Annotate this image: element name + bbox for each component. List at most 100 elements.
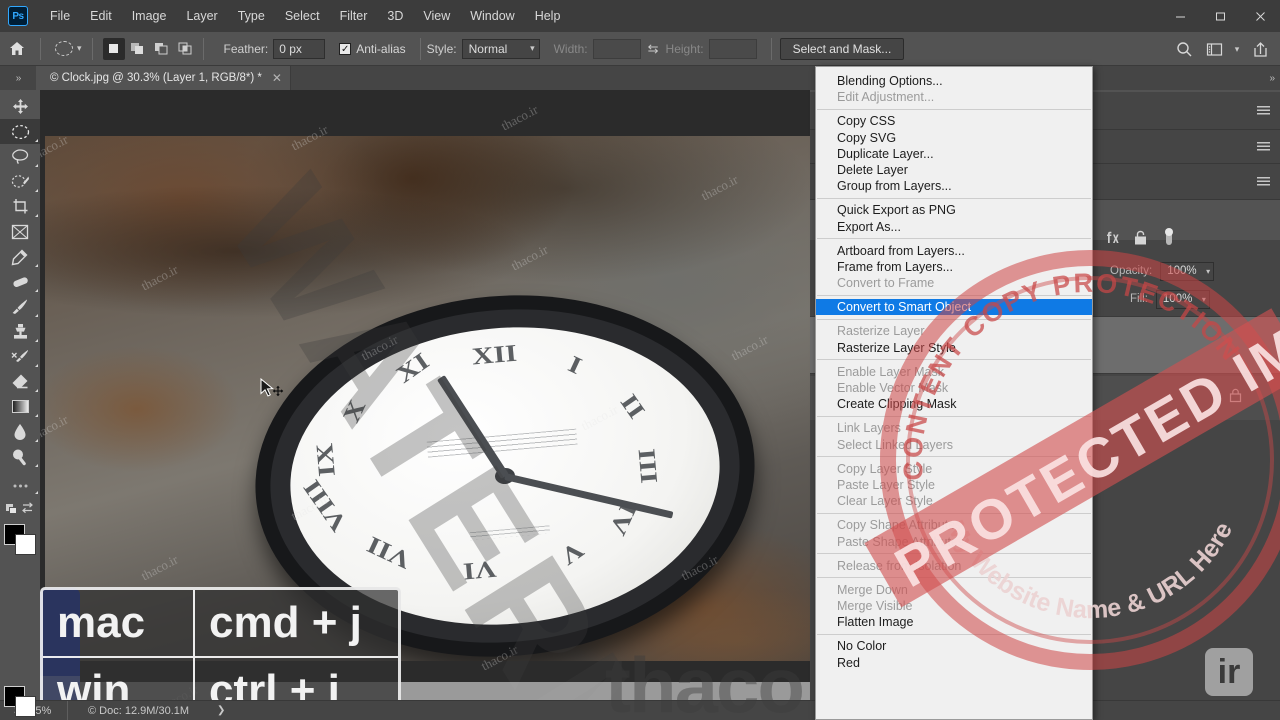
menu-view[interactable]: View (413, 0, 460, 32)
minimize-button[interactable] (1160, 0, 1200, 32)
more-tools-icon[interactable] (0, 476, 40, 496)
style-select[interactable]: Normal ▾ (461, 38, 540, 59)
swap-width-height-icon[interactable]: ⇆ (648, 41, 659, 57)
new-selection-button[interactable] (102, 37, 125, 60)
menu-item-group-from-layers[interactable]: Group from Layers... (816, 178, 1092, 194)
anti-alias-checkbox[interactable]: ✓ Anti-alias (339, 42, 406, 56)
callout-mac-label: mac (57, 598, 146, 647)
eyedropper-tool[interactable] (0, 244, 40, 269)
fx-icon[interactable] (1106, 231, 1119, 248)
menu-item-blending-options[interactable]: Blending Options... (816, 73, 1092, 89)
menu-item-frame-from-layers[interactable]: Frame from Layers... (816, 259, 1092, 275)
canvas-area[interactable]: XII I II III IV V VI VII VIII IX X XI thaco.ir thac… (40, 90, 810, 702)
close-icon[interactable]: ✕ (272, 71, 282, 85)
menu-select[interactable]: Select (275, 0, 330, 32)
quick-mask-swatches[interactable] (4, 686, 38, 718)
menu-type[interactable]: Type (228, 0, 275, 32)
menu-window[interactable]: Window (460, 0, 524, 32)
background-color-swatch[interactable] (15, 534, 36, 555)
menu-item-convert-to-smart-object[interactable]: Convert to Smart Object (816, 299, 1092, 316)
status-expand-icon[interactable]: ❯ (217, 705, 225, 716)
move-tool[interactable] (0, 94, 40, 119)
flyout-indicator-icon (35, 339, 38, 342)
home-icon[interactable] (0, 32, 34, 66)
fill-value: 100% (1162, 293, 1193, 305)
elliptical-marquee-tool[interactable] (0, 119, 40, 144)
subtract-from-selection-button[interactable] (151, 38, 173, 60)
menu-item-artboard-from-layers[interactable]: Artboard from Layers... (816, 243, 1092, 259)
height-input[interactable] (708, 38, 757, 59)
gradient-tool[interactable] (0, 394, 40, 419)
blur-tool[interactable] (0, 419, 40, 444)
opacity-input[interactable]: 100% ▾ (1160, 261, 1215, 281)
title-bar: Ps File Edit Image Layer Type Select Fil… (0, 0, 1280, 32)
layer-visibility-toggle[interactable] (1162, 227, 1176, 251)
menu-item-quick-export-as-png[interactable]: Quick Export as PNG (816, 202, 1092, 218)
panel-menu-icon[interactable] (1257, 105, 1270, 116)
document-tab[interactable]: © Clock.jpg @ 30.3% (Layer 1, RGB/8*) * … (36, 66, 291, 90)
expand-panels-icon[interactable]: » (1269, 66, 1274, 90)
menu-item-red[interactable]: Red (816, 655, 1092, 671)
history-brush-tool[interactable] (0, 344, 40, 369)
menu-item-copy-svg[interactable]: Copy SVG (816, 130, 1092, 146)
menu-filter[interactable]: Filter (330, 0, 378, 32)
chevron-down-icon: ▾ (1201, 294, 1206, 304)
eraser-tool[interactable] (0, 369, 40, 394)
menu-help[interactable]: Help (525, 0, 571, 32)
menu-file[interactable]: File (40, 0, 80, 32)
workspace-icon[interactable] (1200, 35, 1228, 63)
menu-edit[interactable]: Edit (80, 0, 122, 32)
lock-icon[interactable] (1133, 230, 1148, 249)
menu-3d[interactable]: 3D (377, 0, 413, 32)
share-icon[interactable] (1246, 35, 1274, 63)
dodge-tool[interactable] (0, 444, 40, 469)
clock-brand-text (426, 428, 578, 458)
search-icon[interactable] (1170, 35, 1198, 63)
close-button[interactable] (1240, 0, 1280, 32)
flyout-indicator-icon (35, 389, 38, 392)
shortcut-callout: mac win cmd + j ctrl + j (40, 587, 401, 702)
chevron-down-icon[interactable]: ▾ (1230, 35, 1244, 63)
color-swatches[interactable] (4, 524, 36, 555)
menu-item-no-color[interactable]: No Color (816, 638, 1092, 654)
clock-sub-text (469, 525, 551, 541)
menu-item-duplicate-layer[interactable]: Duplicate Layer... (816, 146, 1092, 162)
spot-healing-brush-tool[interactable] (0, 269, 40, 294)
crop-tool[interactable] (0, 194, 40, 219)
add-to-selection-button[interactable] (127, 38, 149, 60)
menu-item-convert-to-frame: Convert to Frame (837, 276, 935, 291)
fill-input[interactable]: 100% ▾ (1155, 289, 1210, 309)
photoshop-window: Ps File Edit Image Layer Type Select Fil… (0, 0, 1280, 720)
menu-separator (817, 512, 1091, 514)
edit-toolbar-icon[interactable] (0, 496, 40, 518)
tools-panel (0, 90, 40, 690)
menu-item-create-clipping-mask[interactable]: Create Clipping Mask (816, 396, 1092, 412)
brush-tool[interactable] (0, 294, 40, 319)
width-input[interactable] (592, 38, 641, 59)
menu-item-rasterize-layer-style[interactable]: Rasterize Layer Style (816, 340, 1092, 356)
flyout-indicator-icon (35, 439, 38, 442)
background-color-swatch[interactable] (15, 696, 36, 717)
feather-input[interactable]: 0 px (273, 38, 326, 59)
panel-menu-icon[interactable] (1257, 141, 1270, 152)
menu-bar: File Edit Image Layer Type Select Filter… (40, 0, 570, 32)
opacity-label: Opacity: (1110, 265, 1153, 277)
tool-preset-picker[interactable]: ▾ (47, 41, 86, 56)
panel-menu-icon[interactable] (1257, 176, 1270, 187)
menu-image[interactable]: Image (122, 0, 177, 32)
menu-item-copy-css[interactable]: Copy CSS (816, 113, 1092, 129)
menu-item-export-as[interactable]: Export As... (816, 219, 1092, 235)
maximize-button[interactable] (1200, 0, 1240, 32)
collapse-panels-icon[interactable]: » (0, 66, 36, 90)
intersect-with-selection-button[interactable] (175, 38, 197, 60)
lasso-tool[interactable] (0, 144, 40, 169)
layer-context-menu[interactable]: Blending Options... Edit Adjustment... Cop… (815, 66, 1093, 720)
menu-item-delete-layer[interactable]: Delete Layer (816, 162, 1092, 178)
menu-item-flatten-image[interactable]: Flatten Image (816, 614, 1092, 630)
select-and-mask-button[interactable]: Select and Mask... (779, 37, 905, 60)
frame-tool[interactable] (0, 219, 40, 244)
style-label: Style: (426, 41, 457, 56)
menu-layer[interactable]: Layer (176, 0, 227, 32)
object-selection-tool[interactable] (0, 169, 40, 194)
clone-stamp-tool[interactable] (0, 319, 40, 344)
